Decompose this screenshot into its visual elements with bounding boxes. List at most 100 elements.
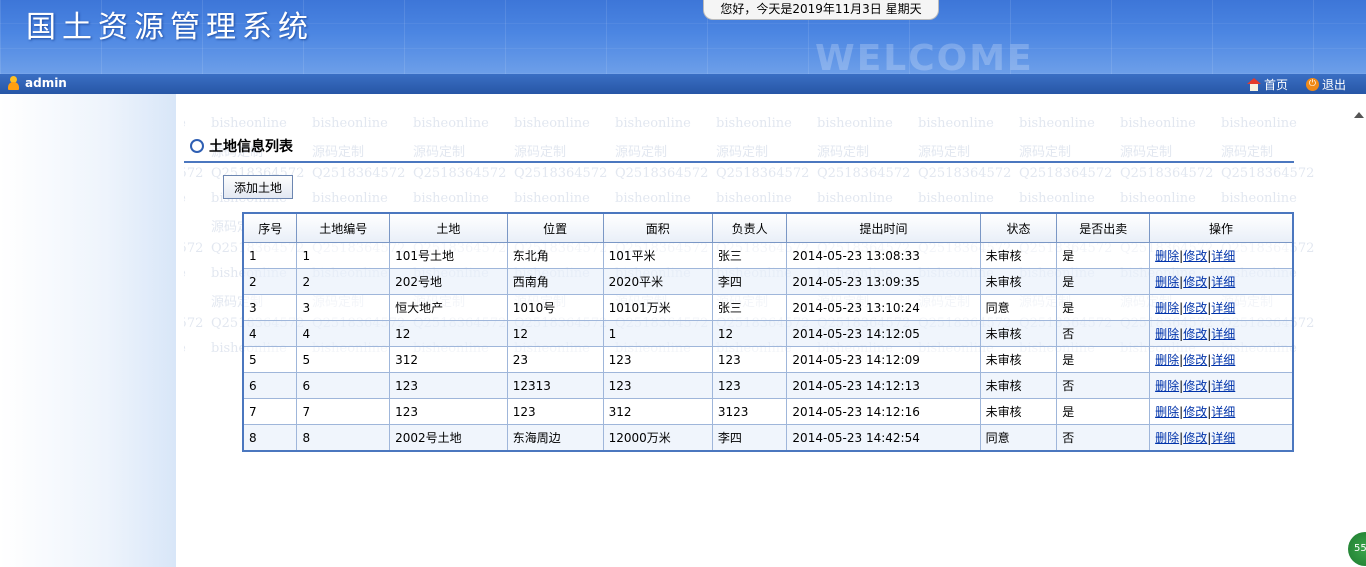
watermark-text: bisheonline: [1019, 116, 1095, 131]
header-banner: WELCOME 国土资源管理系统 您好，今天是2019年11月3日 星期天: [0, 0, 1366, 74]
detail-link[interactable]: 详细: [1211, 301, 1235, 315]
watermark-text: Q2518364572: [1120, 166, 1214, 181]
delete-link[interactable]: 删除: [1155, 405, 1179, 419]
edit-link[interactable]: 修改: [1183, 301, 1207, 315]
collapse-arrow-icon[interactable]: [177, 262, 182, 272]
detail-link[interactable]: 详细: [1211, 431, 1235, 445]
watermark-text: Q2518364572: [1221, 166, 1315, 181]
sidebar-splitter[interactable]: [0, 94, 176, 567]
watermark-text: bisheonline: [312, 116, 388, 131]
table-cell: 东北角: [506, 242, 604, 269]
delete-link[interactable]: 删除: [1155, 275, 1179, 289]
table-cell: 12: [711, 320, 788, 347]
table-row: 4 4 12 12 1 12 2014-05-23 14:12:05 未审核否删除|修改|详细: [242, 320, 1294, 347]
watermark-text: bisheonline: [615, 116, 691, 131]
edit-link[interactable]: 修改: [1183, 353, 1207, 367]
table-cell: 8: [242, 424, 298, 452]
table-cell: 是: [1056, 346, 1151, 373]
column-header[interactable]: 操作: [1149, 212, 1294, 243]
table-cell: 12: [506, 320, 604, 347]
table-cell: 否: [1056, 424, 1151, 452]
table-cell: 4: [296, 320, 391, 347]
delete-link[interactable]: 删除: [1155, 301, 1179, 315]
delete-link[interactable]: 删除: [1155, 353, 1179, 367]
table-cell: 2002号土地: [389, 424, 508, 452]
table-cell: 是: [1056, 294, 1151, 321]
detail-link[interactable]: 详细: [1211, 249, 1235, 263]
edit-link[interactable]: 修改: [1183, 405, 1207, 419]
table-cell: 1: [242, 242, 298, 269]
table-row: 5 5 312 23 123 123 2014-05-23 14:12:09 未审核是删除|修…: [242, 346, 1294, 373]
column-header[interactable]: 面积: [602, 212, 713, 243]
edit-link[interactable]: 修改: [1183, 379, 1207, 393]
table-cell: 12313: [506, 372, 604, 399]
delete-link[interactable]: 删除: [1155, 379, 1179, 393]
table-cell: 2014-05-23 14:12:13: [786, 372, 981, 399]
watermark-text: bisheonline: [1120, 116, 1196, 131]
scroll-up-icon[interactable]: [1354, 112, 1364, 118]
edit-link[interactable]: 修改: [1183, 431, 1207, 445]
watermark-text: Q2518364572: [312, 166, 406, 181]
table-cell: 同意: [979, 424, 1058, 452]
power-icon: ⏻: [1305, 78, 1319, 91]
watermark-text: 源码定制: [514, 145, 567, 160]
table-cell: 123: [602, 372, 713, 399]
watermark-text: 源码定制: [817, 145, 870, 160]
table-cell: 7: [242, 398, 298, 425]
table-cell: 123: [711, 346, 788, 373]
detail-link[interactable]: 详细: [1211, 379, 1235, 393]
column-header[interactable]: 提出时间: [786, 212, 981, 243]
delete-link[interactable]: 删除: [1155, 249, 1179, 263]
watermark-text: bisheonline: [184, 266, 186, 281]
table-cell: 123: [711, 372, 788, 399]
table-row: 6 6 123 12313 123 123 2014-05-23 14:12:13 未审核否删…: [242, 372, 1294, 399]
table-cell: 3: [296, 294, 391, 321]
watermark-text: 源码定制: [1120, 145, 1173, 160]
table-cell: 2: [296, 268, 391, 295]
table-cell: 3: [242, 294, 298, 321]
table-cell: 未审核: [979, 346, 1058, 373]
watermark-text: bisheonline: [413, 191, 489, 206]
detail-link[interactable]: 详细: [1211, 275, 1235, 289]
delete-link[interactable]: 删除: [1155, 431, 1179, 445]
table-cell: 10101万米: [602, 294, 713, 321]
watermark-text: Q2518364572: [413, 166, 507, 181]
table-cell: 2014-05-23 14:12:16: [786, 398, 981, 425]
table-cell: 未审核: [979, 372, 1058, 399]
watermark-text: bisheonline: [211, 116, 287, 131]
table-cell: 1: [296, 242, 391, 269]
banner-welcome-text: WELCOME: [815, 38, 1034, 74]
table-cell: 是: [1056, 242, 1151, 269]
table-cell: 李四: [711, 424, 788, 452]
column-header[interactable]: 土地编号: [296, 212, 391, 243]
watermark-text: bisheonline: [1221, 191, 1297, 206]
watermark-text: bisheonline: [716, 191, 792, 206]
row-actions: 删除|修改|详细: [1149, 320, 1294, 347]
delete-link[interactable]: 删除: [1155, 327, 1179, 341]
detail-link[interactable]: 详细: [1211, 353, 1235, 367]
column-header[interactable]: 负责人: [711, 212, 788, 243]
column-header[interactable]: 位置: [506, 212, 604, 243]
detail-link[interactable]: 详细: [1211, 327, 1235, 341]
add-land-button[interactable]: 添加土地: [223, 175, 293, 199]
logout-link[interactable]: ⏻ 退出: [1305, 76, 1346, 93]
column-header[interactable]: 是否出卖: [1056, 212, 1151, 243]
column-header[interactable]: 土地: [389, 212, 508, 243]
edit-link[interactable]: 修改: [1183, 249, 1207, 263]
column-header[interactable]: 序号: [242, 212, 298, 243]
watermark-text: bisheonline: [514, 191, 590, 206]
watermark-text: bisheonline: [312, 191, 388, 206]
detail-link[interactable]: 详细: [1211, 405, 1235, 419]
main-content: bisheonline bisheonline bisheonline bisheon…: [184, 94, 1366, 567]
column-header[interactable]: 状态: [979, 212, 1058, 243]
table-cell: 西南角: [506, 268, 604, 295]
home-link[interactable]: 首页: [1246, 76, 1288, 93]
table-cell: 123: [389, 372, 508, 399]
app-title: 国土资源管理系统: [26, 10, 314, 45]
edit-link[interactable]: 修改: [1183, 275, 1207, 289]
edit-link[interactable]: 修改: [1183, 327, 1207, 341]
table-cell: 202号地: [389, 268, 508, 295]
watermark-text: bisheonline: [184, 341, 186, 356]
table-cell: 8: [296, 424, 391, 452]
table-cell: 5: [296, 346, 391, 373]
